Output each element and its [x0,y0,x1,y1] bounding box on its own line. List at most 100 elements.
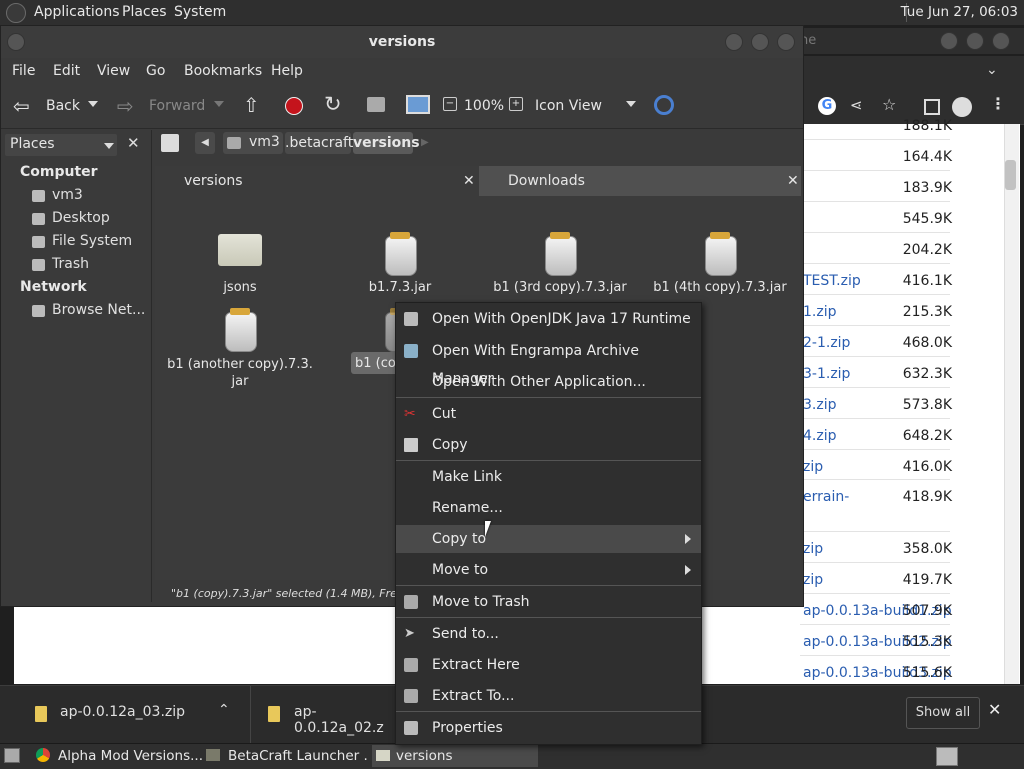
file-jsons[interactable]: jsons [165,280,315,295]
tab-versions[interactable]: versions ✕ [155,166,477,196]
menu-item-copy[interactable]: Copy [396,431,701,459]
menu-item-make-link[interactable]: Make Link [396,463,701,491]
show-all-button[interactable]: Show all [906,697,980,729]
clock[interactable]: Tue Jun 27, 06:03 [901,4,1018,20]
show-desktop-icon[interactable] [4,748,20,763]
menu-item-open-java[interactable]: Open With OpenJDK Java 17 Runtime [396,305,701,333]
menu-item-copy-to[interactable]: Copy to [396,525,701,553]
file-b1-another-copy[interactable]: b1 (another copy).7.3. jar [165,356,315,390]
menu-item-move-to-trash[interactable]: Move to Trash [396,588,701,616]
home-icon[interactable] [367,97,385,112]
tab-close-icon[interactable]: ✕ [463,166,475,196]
applications-menu[interactable]: Applications [34,4,120,20]
chevron-down-icon[interactable]: ⌄ [986,62,998,78]
menu-item-cut[interactable]: ✂ Cut [396,400,701,428]
mate-logo-icon[interactable] [6,3,26,23]
download-link[interactable]: zip [803,541,823,557]
menu-view[interactable]: View [97,63,130,79]
reload-icon[interactable]: ↻ [324,92,342,116]
task-file-manager[interactable]: versions [372,745,538,767]
up-arrow-icon[interactable]: ⇧ [243,93,260,117]
computer-icon[interactable] [406,95,430,114]
menu-edit[interactable]: Edit [53,63,80,79]
download-link[interactable]: 2-1.zip [803,335,850,351]
jar-file-icon[interactable] [225,312,257,352]
forward-history-dropdown[interactable] [214,101,224,107]
menu-item-open-engrampa[interactable]: Open With Engrampa Archive Manager [396,337,701,387]
sidebar-item-vm3[interactable]: vm3 [52,187,83,203]
download-link[interactable]: 3.zip [803,397,836,413]
zoom-in-icon[interactable]: + [509,97,523,111]
zoom-out-icon[interactable]: − [443,97,457,111]
scrollbar-thumb[interactable] [1005,160,1016,190]
file-b1-4th-copy[interactable]: b1 (4th copy).7.3.jar [645,280,795,295]
menu-kebab-icon[interactable]: ⋮ [990,94,1006,113]
file-b1-7-3-jar[interactable]: b1.7.3.jar [325,280,475,295]
jar-file-icon[interactable] [705,236,737,276]
download-link[interactable]: zip [803,572,823,588]
back-arrow-icon[interactable]: ⇦ [13,94,30,118]
download-link[interactable]: 4.zip [803,428,836,444]
folder-icon[interactable] [218,234,262,266]
download-item[interactable]: ap-0.0.12a_02.z [250,686,400,744]
jar-file-icon[interactable] [545,236,577,276]
minimize-icon[interactable] [725,33,743,51]
forward-button[interactable]: Forward [149,98,205,114]
menu-item-properties[interactable]: Properties [396,714,701,742]
path-right-arrow[interactable]: ▶ [421,132,437,154]
back-button[interactable]: Back [46,98,80,114]
task-betacraft[interactable]: BetaCraft Launcher ... [206,745,368,767]
pane-divider[interactable] [151,130,152,602]
breadcrumb-betacraft[interactable]: .betacraft [285,132,353,154]
search-icon[interactable] [654,95,674,115]
tab-downloads[interactable]: Downloads ✕ [479,166,801,196]
sidebar-item-desktop[interactable]: Desktop [52,210,110,226]
sidepanel-icon[interactable] [924,99,940,115]
download-link[interactable]: TEST.zip [803,273,861,289]
stop-icon[interactable] [285,97,303,115]
menu-bookmarks[interactable]: Bookmarks [184,63,262,79]
menu-item-send-to[interactable]: ➤ Send to... [396,620,701,648]
menu-item-rename[interactable]: Rename... [396,494,701,522]
close-sidebar-icon[interactable]: ✕ [127,134,140,152]
back-history-dropdown[interactable] [88,101,98,107]
bookmark-star-icon[interactable]: ☆ [882,95,896,114]
download-item[interactable]: ap-0.0.12a_03.zip ⌃ [0,686,251,744]
download-link[interactable]: zip [803,459,823,475]
breadcrumb-versions[interactable]: versions [353,132,420,154]
page-scrollbar[interactable] [1004,124,1019,684]
close-icon[interactable] [777,33,795,51]
maximize-icon[interactable] [751,33,769,51]
menu-go[interactable]: Go [146,63,165,79]
google-icon[interactable]: G [818,97,836,115]
menu-item-move-to[interactable]: Move to [396,556,701,584]
minimize-icon[interactable] [940,32,958,50]
file-b1-3rd-copy[interactable]: b1 (3rd copy).7.3.jar [485,280,635,295]
menu-file[interactable]: File [12,63,35,79]
edit-location-icon[interactable] [161,134,179,152]
jar-file-icon[interactable] [385,236,417,276]
close-icon[interactable]: ✕ [988,700,1001,719]
system-menu[interactable]: System [174,4,226,20]
chevron-down-icon[interactable] [626,101,636,107]
forward-arrow-icon[interactable]: ⇨ [117,94,134,118]
places-menu[interactable]: Places [122,4,167,20]
workspace-switcher[interactable] [936,747,958,766]
maximize-icon[interactable] [966,32,984,50]
sidebar-item-filesystem[interactable]: File System [52,233,132,249]
chevron-up-icon[interactable]: ⌃ [218,702,230,718]
menu-item-extract-to[interactable]: Extract To... [396,682,701,710]
menu-item-extract-here[interactable]: Extract Here [396,651,701,679]
share-icon[interactable]: ⋖ [850,96,863,114]
breadcrumb-vm3[interactable]: vm3 [223,132,283,154]
close-icon[interactable] [992,32,1010,50]
profile-avatar-icon[interactable] [952,97,972,117]
view-mode-select[interactable]: Icon View [535,98,602,114]
task-browser[interactable]: Alpha Mod Versions... [36,745,202,767]
path-left-arrow[interactable]: ◀ [195,132,215,154]
tab-close-icon[interactable]: ✕ [787,166,799,196]
sidebar-item-trash[interactable]: Trash [52,256,89,272]
window-menu-icon[interactable] [7,33,25,51]
download-link[interactable]: errain- [803,489,849,505]
sidebar-item-browse-network[interactable]: Browse Net... [52,302,145,318]
